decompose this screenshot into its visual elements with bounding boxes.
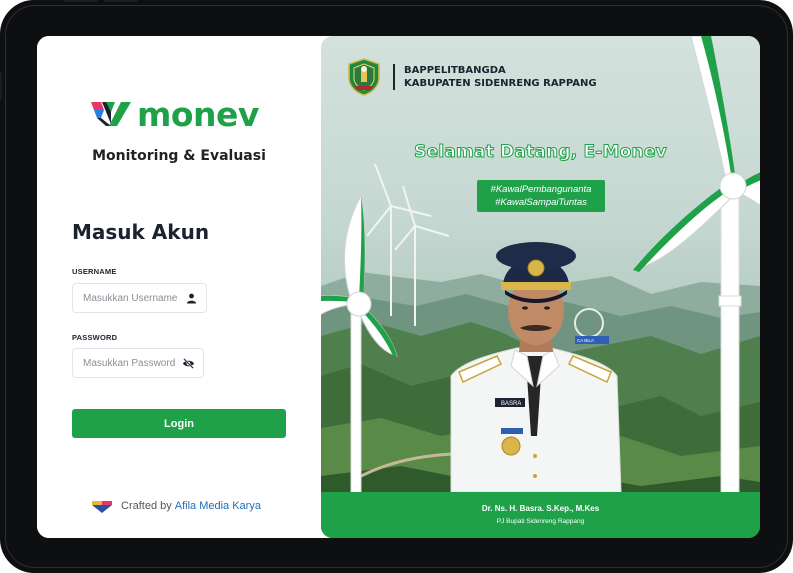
- monev-logo-icon: [91, 102, 131, 126]
- hashtag-1: #KawalPembangunanta: [490, 184, 592, 195]
- tablet-button-top-2: [104, 0, 138, 2]
- eye-slash-icon[interactable]: [182, 358, 195, 369]
- password-field[interactable]: [72, 348, 204, 378]
- hashtag-box: #KawalPembangunanta #KawalSampaiTuntas: [477, 180, 605, 212]
- monev-logo: monev: [91, 94, 259, 134]
- name-tag-text: BASRA: [501, 401, 521, 407]
- hero-panel: CA BILA BASRA BAPPELITBANGDA KABUPATEN S…: [321, 36, 760, 538]
- crafted-by: Crafted by Afila Media Karya: [92, 499, 261, 513]
- password-label: PASSWORD: [72, 333, 118, 342]
- screen: monev Monitoring & Evaluasi Masuk Akun U…: [37, 36, 760, 538]
- welcome-title: Selamat Datang, E-Monev: [414, 142, 668, 163]
- app-subtitle: Monitoring & Evaluasi: [92, 148, 266, 164]
- hero-sign-text: CA BILA: [577, 338, 594, 343]
- login-button[interactable]: Login: [72, 409, 286, 438]
- tablet-button-top-1: [64, 0, 98, 2]
- login-heading: Masuk Akun: [72, 220, 210, 244]
- government-name: BAPPELITBANGDA KABUPATEN SIDENRENG RAPPA…: [404, 64, 597, 90]
- hero-illustration: CA BILA BASRA: [321, 36, 760, 538]
- login-panel: monev Monitoring & Evaluasi Masuk Akun U…: [37, 36, 321, 538]
- government-header: BAPPELITBANGDA KABUPATEN SIDENRENG RAPPA…: [347, 58, 597, 96]
- org-line-1: BAPPELITBANGDA: [404, 65, 506, 76]
- username-label: USERNAME: [72, 267, 117, 276]
- regency-emblem-icon: [348, 58, 380, 96]
- person-name: Dr. Ns. H. Basra. S.Kep., M.Kes: [481, 504, 600, 513]
- tablet-button-side: [0, 72, 2, 100]
- username-field[interactable]: [72, 283, 207, 313]
- crafted-brand-link[interactable]: Afila Media Karya: [175, 500, 261, 512]
- afila-heart-icon: [92, 501, 112, 513]
- org-line-2: KABUPATEN SIDENRENG RAPPANG: [404, 78, 597, 89]
- tablet-frame: monev Monitoring & Evaluasi Masuk Akun U…: [0, 0, 793, 573]
- monev-logo-text: monev: [137, 94, 259, 134]
- person-role: PJ Bupati Sidenreng Rappang: [496, 518, 585, 525]
- header-divider: [393, 64, 395, 90]
- hashtag-2: #KawalSampaiTuntas: [495, 197, 587, 208]
- crafted-prefix: Crafted by: [121, 500, 172, 512]
- user-icon: [186, 293, 197, 304]
- person-caption: Dr. Ns. H. Basra. S.Kep., M.Kes PJ Bupat…: [321, 492, 760, 538]
